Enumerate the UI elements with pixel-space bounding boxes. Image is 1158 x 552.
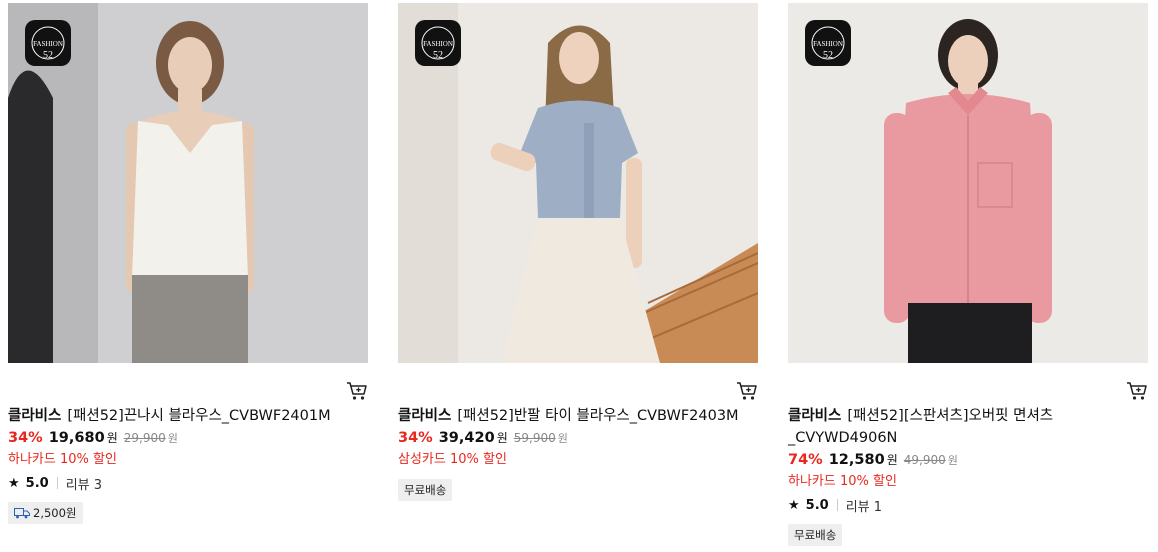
free-shipping-tag: 무료배송 [398, 479, 453, 501]
original-price-unit: 원 [557, 432, 568, 445]
price-row: 34% 39,420 원 59,900 원 [398, 429, 758, 449]
price-unit: 원 [886, 453, 898, 467]
shipping-fee-tag: 2,500원 [8, 502, 83, 524]
free-shipping-tag: 무료배송 [788, 524, 843, 546]
discount-rate: 34% [398, 430, 433, 446]
product-image[interactable]: FASHION 52 [788, 3, 1148, 363]
rating-score: 5.0 [805, 497, 829, 513]
product-card[interactable]: FASHION 52 클라비스 [패션52]끈나시 블라우스_CVBWF2401M… [8, 3, 368, 524]
cart-icon[interactable] [1126, 381, 1148, 401]
shipping-label: 무료배송 [794, 528, 837, 542]
product-name: [패션52]끈나시 블라우스_CVBWF2401M [67, 408, 331, 424]
discount-rate: 34% [8, 430, 43, 446]
product-card[interactable]: FASHION 52 클라비스 [패션52]반팔 타이 블라우스_CVBWF240… [398, 3, 758, 501]
product-image[interactable]: FASHION 52 [8, 3, 368, 363]
shipping-fee: 2,500원 [33, 506, 77, 520]
cart-icon[interactable] [736, 381, 758, 401]
price-row: 34% 19,680 원 29,900 원 [8, 429, 368, 449]
svg-text:FASHION: FASHION [423, 40, 453, 48]
shipping-label: 무료배송 [404, 483, 447, 497]
original-price: 29,900 [123, 431, 166, 445]
fashion52-badge-icon: FASHION 52 [415, 20, 461, 66]
price-row: 74% 12,580 원 49,900 원 [788, 451, 1148, 471]
svg-text:FASHION: FASHION [813, 40, 843, 48]
product-title[interactable]: 클라비스 [패션52]끈나시 블라우스_CVBWF2401M [8, 405, 358, 427]
product-card[interactable]: FASHION 52 클라비스 [패션52][스판셔츠]오버핏 면셔츠 _CVYW… [788, 3, 1148, 546]
review-count[interactable]: 리뷰 1 [846, 496, 882, 515]
svg-text:52: 52 [823, 50, 833, 61]
brand-name: 클라비스 [398, 408, 452, 424]
rating-score: 5.0 [25, 475, 49, 491]
product-title[interactable]: 클라비스 [패션52][스판셔츠]오버핏 면셔츠 _CVYWD4906N [788, 405, 1078, 449]
divider [836, 499, 838, 511]
product-name: [패션52]반팔 타이 블라우스_CVBWF2403M [457, 408, 739, 424]
rating-row: ★ 5.0 리뷰 1 [788, 495, 1148, 515]
card-discount-promo: 하나카드 10% 할인 [788, 474, 897, 489]
fashion52-badge-icon: FASHION 52 [25, 20, 71, 66]
product-image[interactable]: FASHION 52 [398, 3, 758, 363]
original-price-unit: 원 [167, 432, 178, 445]
original-price-unit: 원 [947, 454, 958, 467]
rating-row: ★ 5.0 리뷰 3 [8, 473, 368, 493]
discount-rate: 74% [788, 452, 823, 468]
card-discount-promo: 하나카드 10% 할인 [8, 452, 117, 467]
price-unit: 원 [106, 431, 118, 445]
sale-price: 39,420 [438, 430, 495, 446]
svg-text:52: 52 [433, 50, 443, 61]
svg-text:FASHION: FASHION [33, 40, 63, 48]
brand-name: 클라비스 [8, 408, 62, 424]
sale-price: 19,680 [48, 430, 105, 446]
divider [56, 477, 58, 489]
original-price: 49,900 [903, 453, 946, 467]
brand-name: 클라비스 [788, 408, 842, 424]
star-icon: ★ [788, 497, 800, 513]
card-discount-promo: 삼성카드 10% 할인 [398, 452, 507, 467]
truck-icon [14, 508, 30, 519]
star-icon: ★ [8, 475, 20, 491]
price-unit: 원 [496, 431, 508, 445]
sale-price: 12,580 [828, 452, 885, 468]
product-title[interactable]: 클라비스 [패션52]반팔 타이 블라우스_CVBWF2403M [398, 405, 748, 427]
svg-text:52: 52 [43, 50, 53, 61]
fashion52-badge-icon: FASHION 52 [805, 20, 851, 66]
original-price: 59,900 [513, 431, 556, 445]
review-count[interactable]: 리뷰 3 [66, 474, 102, 493]
cart-icon[interactable] [346, 381, 368, 401]
